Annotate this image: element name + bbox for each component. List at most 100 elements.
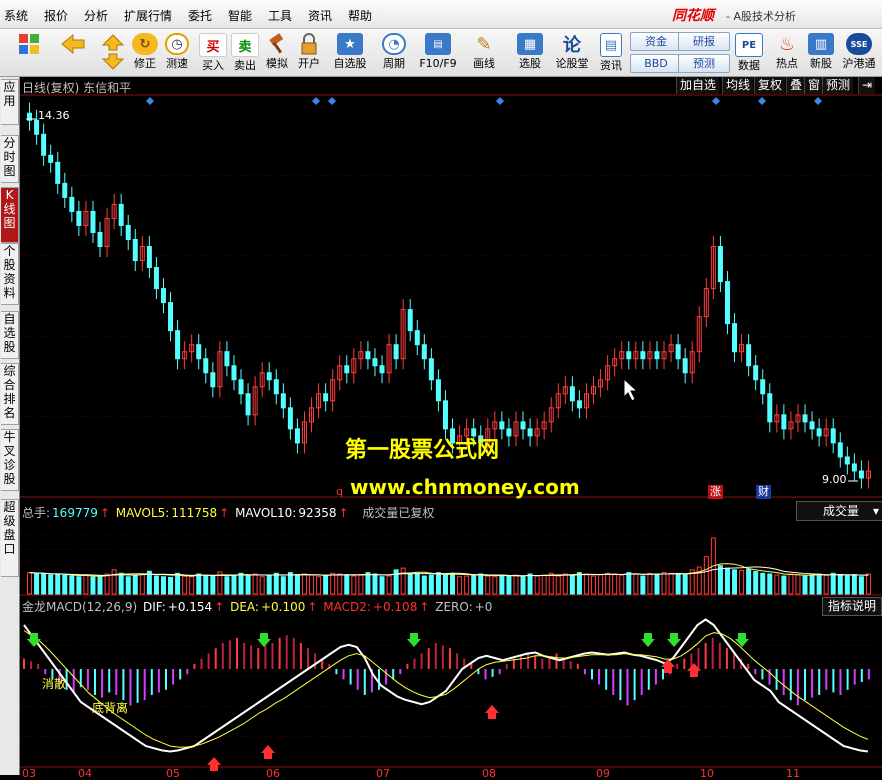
pe-icon: PE [735, 33, 763, 57]
brand-subtitle: - A股技术分析 [726, 10, 796, 23]
fix-button[interactable]: ↻ 修正 [130, 31, 160, 74]
side-tab-super-quote[interactable]: 超级盘口 [1, 499, 19, 577]
chart-canvas[interactable] [20, 77, 882, 775]
volume-bar [316, 576, 322, 595]
menu-extended-market[interactable]: 扩展行情 [124, 7, 172, 24]
side-tab-apps[interactable]: 应用 [1, 79, 19, 125]
tab-overlay[interactable]: 叠 [786, 77, 806, 94]
menu-news[interactable]: 资讯 [308, 7, 332, 24]
tab-add-watchlist[interactable]: 加自选 [676, 77, 720, 94]
volume-bar [273, 572, 279, 595]
f10-button[interactable]: ▤ F10/F9 [418, 31, 458, 74]
sell-button[interactable]: 卖 卖出 [230, 31, 260, 74]
candle-body [576, 400, 582, 409]
volume-bar [48, 574, 54, 595]
tab-forecast[interactable]: 预测 [822, 77, 854, 94]
back-button[interactable] [58, 31, 88, 74]
event-marker [328, 97, 336, 105]
menu-system[interactable]: 系统 [4, 7, 28, 24]
volume-bar [788, 573, 794, 595]
data-button[interactable]: PE 数据 [732, 31, 766, 74]
hotspot-button[interactable]: ♨ 热点 [770, 31, 804, 74]
volume-bar [358, 574, 364, 595]
volume-indicator-dropdown[interactable]: 成交量 ▾ [796, 501, 882, 521]
windows-icon [16, 33, 42, 55]
finance-badge[interactable]: 财 [756, 485, 771, 499]
windows-button[interactable] [14, 31, 44, 74]
menu-quote[interactable]: 报价 [44, 7, 68, 24]
chart-title: 日线(复权) 东信和平 [22, 81, 132, 95]
period-button[interactable]: ◔ 周期 [376, 31, 412, 74]
candle-body [97, 231, 103, 247]
tab-window[interactable]: 窗 [804, 77, 824, 94]
side-tab-ranking[interactable]: 综合排名 [1, 363, 19, 425]
back-arrow-icon [60, 33, 86, 55]
price-high-label: 14.36 [38, 109, 70, 122]
page-up-down-button[interactable] [98, 31, 128, 74]
candle-body [153, 267, 159, 290]
open-account-button[interactable]: 开户 [294, 31, 324, 74]
mavol5-label: MAVOL5: [115, 506, 170, 520]
volume-bar [414, 572, 420, 595]
macd2-label: MACD2: [323, 600, 371, 614]
watchlist-button[interactable]: ★ 自选股 [332, 31, 368, 74]
candle-body [499, 421, 505, 430]
volume-bar [400, 567, 406, 595]
candle-body [393, 344, 399, 360]
volume-bar [266, 574, 272, 595]
side-tab-intraday[interactable]: 分时图 [1, 135, 19, 183]
speed-test-button[interactable]: ◷ 测速 [162, 31, 192, 74]
side-tab-profile[interactable]: 个股资料 [1, 243, 19, 305]
menu-help[interactable]: 帮助 [348, 7, 372, 24]
indicator-help-button[interactable]: 指标说明 [822, 597, 882, 616]
forum-button[interactable]: 论 论股堂 [554, 31, 590, 74]
month-label: 08 [482, 767, 496, 780]
hk-connect-button[interactable]: SSE 沪港通 [840, 31, 878, 74]
forum-icon: 论 [563, 35, 581, 56]
menu-entrust[interactable]: 委托 [188, 7, 212, 24]
month-label: 09 [596, 767, 610, 780]
candle-body [802, 414, 808, 423]
stock-select-button[interactable]: ▦ 选股 [512, 31, 548, 74]
menu-tools[interactable]: 工具 [268, 7, 292, 24]
chart-area[interactable]: 日线(复权) 东信和平 加自选 均线 复权 叠 窗 预测 ⇥ 14.36 9.0… [20, 77, 882, 780]
menu-smart[interactable]: 智能 [228, 7, 252, 24]
candle-body [41, 133, 47, 156]
candle-body [294, 428, 300, 444]
candle-body [520, 421, 526, 430]
volume-bar [555, 575, 561, 595]
volume-bar [330, 572, 336, 595]
buy-label: 买入 [202, 59, 224, 72]
candle-body [407, 309, 413, 332]
collapse-icon[interactable]: ⇥ [858, 77, 876, 94]
buy-button[interactable]: 买 买入 [198, 31, 228, 74]
candle-body [146, 245, 152, 269]
side-tab-kline[interactable]: K线图 [1, 187, 19, 243]
report-pill[interactable]: 研报 [678, 32, 730, 51]
menu-analysis[interactable]: 分析 [84, 7, 108, 24]
side-tab-watchlist[interactable]: 自选股 [1, 311, 19, 359]
mouse-cursor-icon [623, 377, 639, 402]
brand-logo: 同花顺 [672, 8, 714, 24]
simulate-button[interactable]: 模拟 [262, 31, 292, 74]
candle-body [365, 351, 371, 360]
newstock-icon: ▥ [808, 33, 834, 55]
limit-up-badge[interactable]: 涨 [708, 485, 723, 499]
forecast-pill[interactable]: 预测 [678, 54, 730, 73]
bbd-pill[interactable]: BBD [630, 54, 682, 73]
fund-pill[interactable]: 资金 [630, 32, 682, 51]
draw-line-button[interactable]: ✎ 画线 [466, 31, 502, 74]
side-tab-diagnose[interactable]: 牛叉诊股 [1, 429, 19, 491]
new-stock-button[interactable]: ▥ 新股 [806, 31, 836, 74]
volume-bar [823, 574, 829, 595]
news-label: 资讯 [600, 59, 622, 72]
select-icon: ▦ [517, 33, 543, 55]
tab-adjust[interactable]: 复权 [754, 77, 786, 94]
candle-body [816, 428, 822, 437]
volume-bar [569, 574, 575, 595]
tab-ma[interactable]: 均线 [722, 77, 754, 94]
candle-body [753, 365, 759, 381]
news-button[interactable]: ▤ 资讯 [596, 31, 626, 74]
candle-body [323, 393, 329, 402]
sell-signal-arrow [667, 633, 681, 647]
